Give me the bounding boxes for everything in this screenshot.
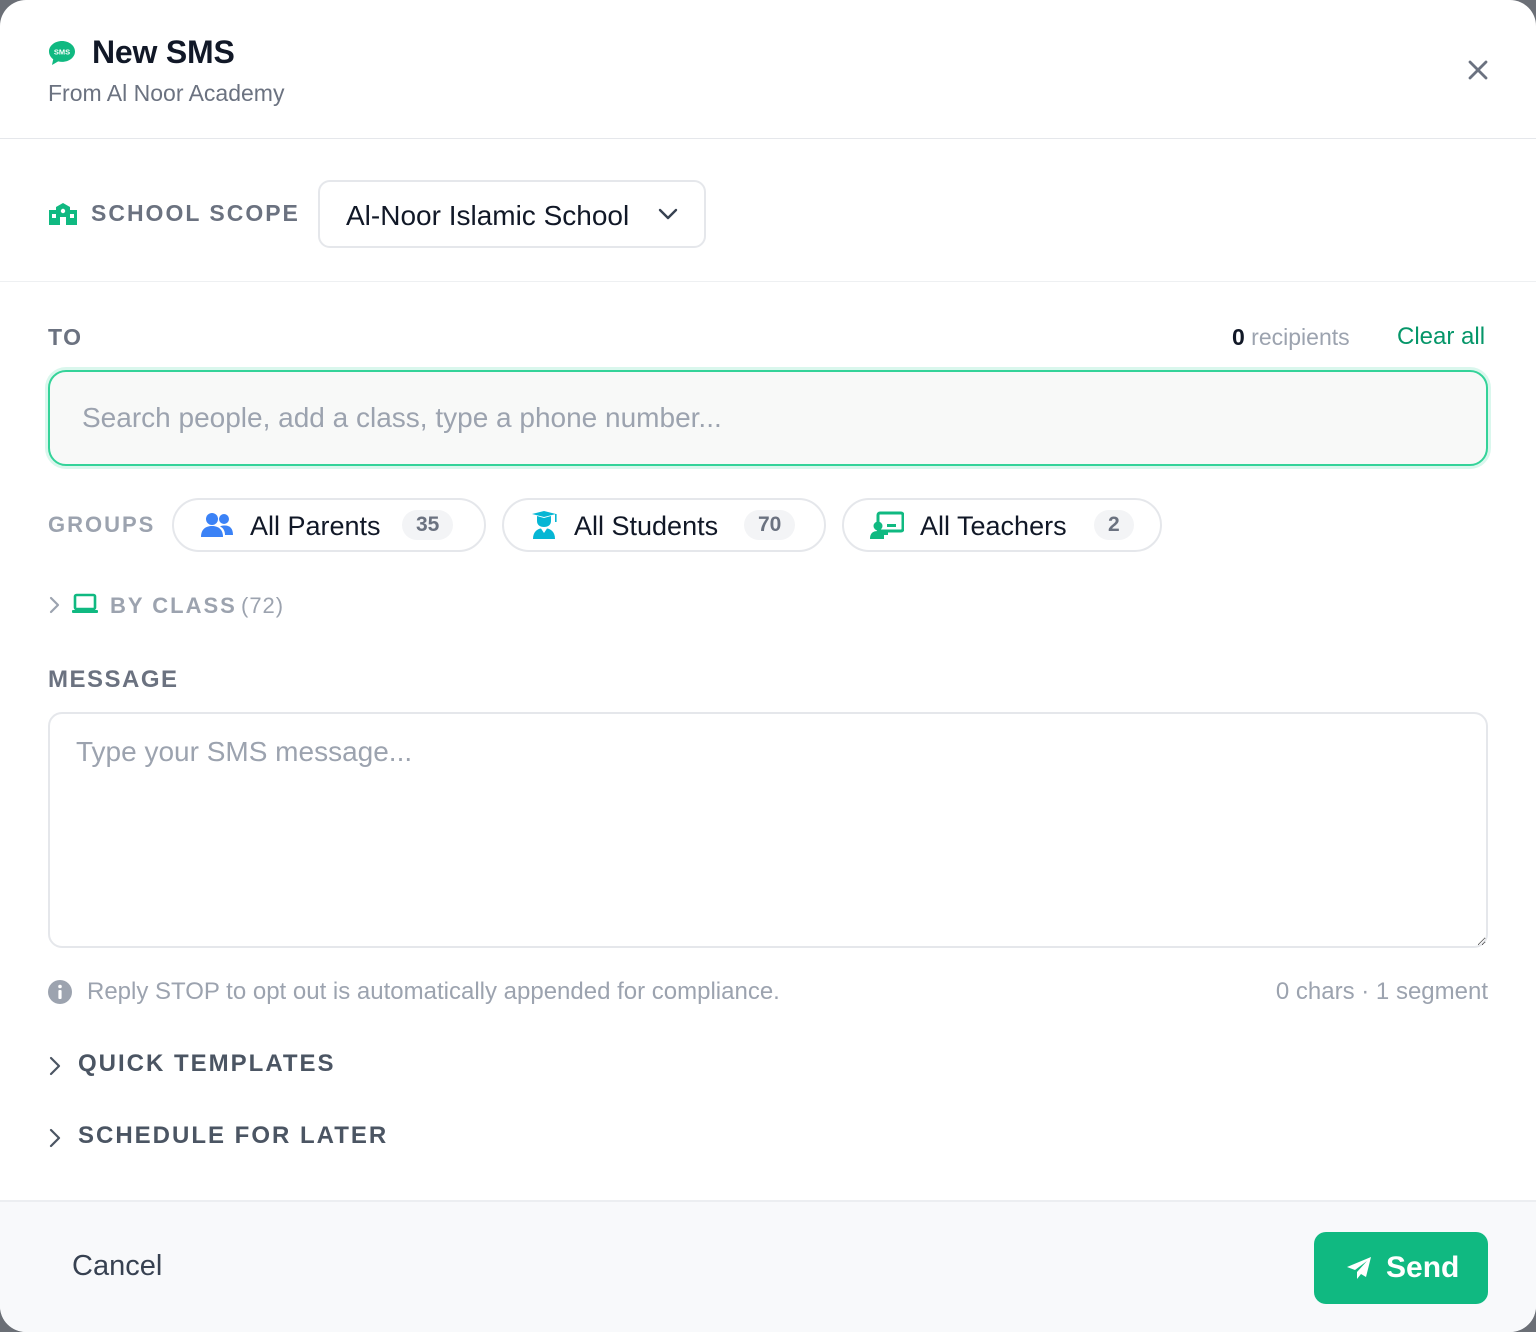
group-chip-all-parents[interactable]: All Parents 35	[172, 498, 486, 552]
school-icon	[49, 203, 77, 225]
graduate-icon	[532, 511, 557, 539]
schedule-later-label: SCHEDULE FOR LATER	[78, 1122, 389, 1149]
new-sms-modal: SMS New SMS From Al Noor Academy SCHOOL …	[0, 0, 1536, 1332]
school-scope-value: Al-Noor Islamic School	[346, 200, 630, 231]
chevron-right-icon	[49, 1056, 61, 1076]
sms-bubble-icon: SMS	[49, 41, 75, 65]
school-scope-select[interactable]: Al-Noor Islamic School	[318, 180, 706, 248]
send-label: Send	[1386, 1251, 1460, 1284]
school-scope-label: SCHOOL SCOPE	[91, 200, 300, 226]
compliance-notice: Reply STOP to opt out is automatically a…	[87, 978, 780, 1005]
char-counter: 0 chars · 1 segment	[1275, 978, 1488, 1005]
chevron-down-icon	[658, 208, 678, 220]
recipient-count: 0 recipients	[1232, 324, 1350, 350]
clear-all-link[interactable]: Clear all	[1397, 323, 1485, 351]
info-icon	[48, 980, 72, 1004]
chevron-right-icon	[49, 1128, 61, 1148]
group-label: All Students	[574, 511, 719, 541]
schedule-later-toggle[interactable]: SCHEDULE FOR LATER	[48, 1120, 408, 1154]
group-label: All Parents	[250, 511, 381, 541]
teacher-icon	[870, 511, 904, 539]
school-scope-section: SCHOOL SCOPE Al-Noor Islamic School	[0, 139, 1536, 282]
send-button[interactable]: Send	[1314, 1232, 1488, 1304]
group-count-badge: 2	[1094, 510, 1134, 540]
by-class-count: (72)	[241, 593, 285, 618]
classroom-icon	[72, 593, 98, 613]
users-icon	[201, 513, 233, 537]
quick-templates-label: QUICK TEMPLATES	[78, 1050, 336, 1077]
to-label: TO	[48, 324, 83, 350]
modal-subtitle: From Al Noor Academy	[48, 80, 285, 106]
group-count-badge: 35	[402, 510, 454, 540]
group-count-badge: 70	[744, 510, 796, 540]
recipient-search-input[interactable]	[48, 370, 1488, 466]
groups-label: GROUPS	[48, 512, 156, 537]
by-class-toggle[interactable]: BY CLASS (72)	[48, 590, 308, 622]
by-class-label: BY CLASS	[110, 593, 237, 618]
modal-header: SMS New SMS From Al Noor Academy	[0, 0, 1536, 139]
paper-plane-icon	[1347, 1257, 1371, 1279]
cancel-button[interactable]: Cancel	[72, 1250, 162, 1283]
modal-footer: Cancel Send	[0, 1200, 1536, 1332]
message-label: MESSAGE	[48, 666, 179, 693]
group-label: All Teachers	[920, 511, 1067, 541]
svg-text:SMS: SMS	[54, 48, 70, 57]
modal-title: New SMS	[92, 34, 235, 70]
close-button[interactable]	[1460, 52, 1496, 88]
chevron-right-icon	[49, 596, 60, 614]
group-chip-all-teachers[interactable]: All Teachers 2	[842, 498, 1162, 552]
quick-templates-toggle[interactable]: QUICK TEMPLATES	[48, 1048, 408, 1082]
close-icon	[1468, 60, 1488, 80]
group-chip-all-students[interactable]: All Students 70	[502, 498, 826, 552]
message-textarea[interactable]	[48, 712, 1488, 948]
